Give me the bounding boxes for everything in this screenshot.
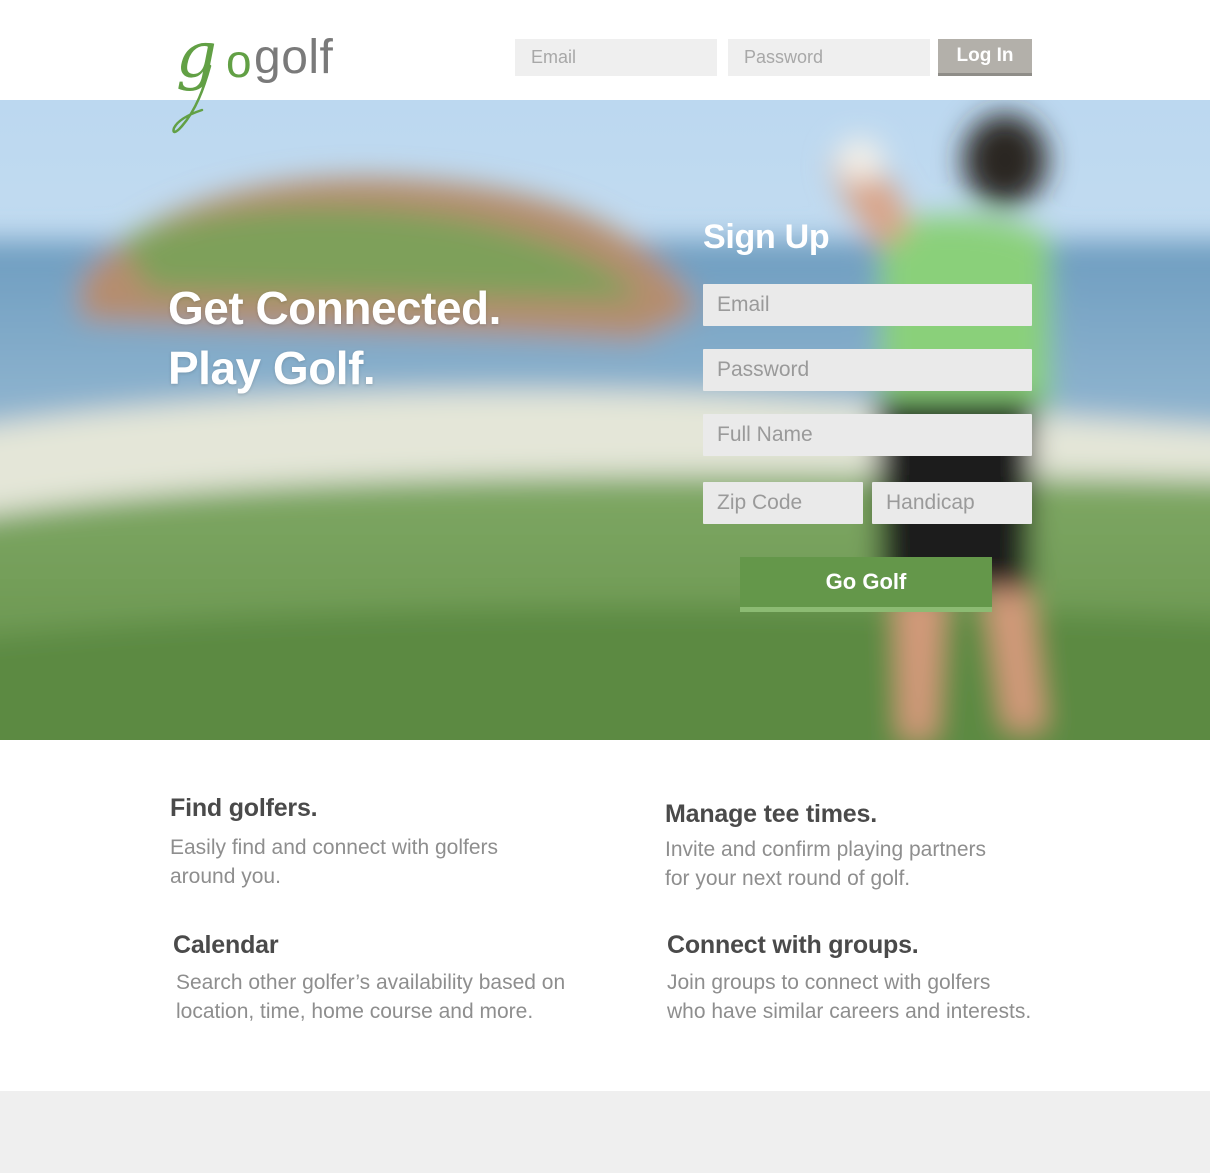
signup-handicap-input[interactable] <box>872 482 1032 524</box>
feature-title: Manage tee times. <box>665 800 877 828</box>
go-golf-button[interactable]: Go Golf <box>740 557 992 612</box>
gogolf-logo[interactable]: g o golf <box>170 24 370 136</box>
feature-description: Easily find and connect with golfers aro… <box>170 836 499 888</box>
feature-description: Search other golfer’s availability based… <box>176 971 566 1023</box>
feature-description: Join groups to connect with golfers who … <box>667 971 1032 1023</box>
login-email-input[interactable] <box>515 39 717 76</box>
hero-headline-line2: Play Golf. <box>168 342 376 394</box>
logo-letter-o: o <box>226 35 252 87</box>
feature-connect-with-groups: Connect with groups. Join groups to conn… <box>667 931 1031 1026</box>
signup-password-input[interactable] <box>703 349 1032 391</box>
hero-headline-line1: Get Connected. <box>168 282 501 334</box>
feature-title: Calendar <box>173 931 279 959</box>
hero-headline: Get Connected. Play Golf. <box>168 278 501 398</box>
feature-title: Find golfers. <box>170 794 318 822</box>
feature-manage-tee-times: Manage tee times. Invite and confirm pla… <box>665 800 986 893</box>
feature-calendar: Calendar Search other golfer’s availabil… <box>173 931 565 1026</box>
feature-title: Connect with groups. <box>667 931 919 959</box>
feature-find-golfers: Find golfers. Easily find and connect wi… <box>170 794 498 891</box>
signup-title: Sign Up <box>703 218 830 256</box>
top-header: g o golf Log In <box>0 0 1210 134</box>
signup-email-input[interactable] <box>703 284 1032 326</box>
logo-word-golf: golf <box>254 31 334 84</box>
hero-banner: Get Connected. Play Golf. Sign Up Go Gol… <box>0 100 1210 740</box>
signup-zip-input[interactable] <box>703 482 863 524</box>
logo-letter-g: g <box>176 19 217 93</box>
login-button[interactable]: Log In <box>938 39 1032 76</box>
login-password-input[interactable] <box>728 39 930 76</box>
signup-fullname-input[interactable] <box>703 414 1032 456</box>
page-footer <box>0 1091 1210 1173</box>
feature-description: Invite and confirm playing partners for … <box>665 838 986 890</box>
